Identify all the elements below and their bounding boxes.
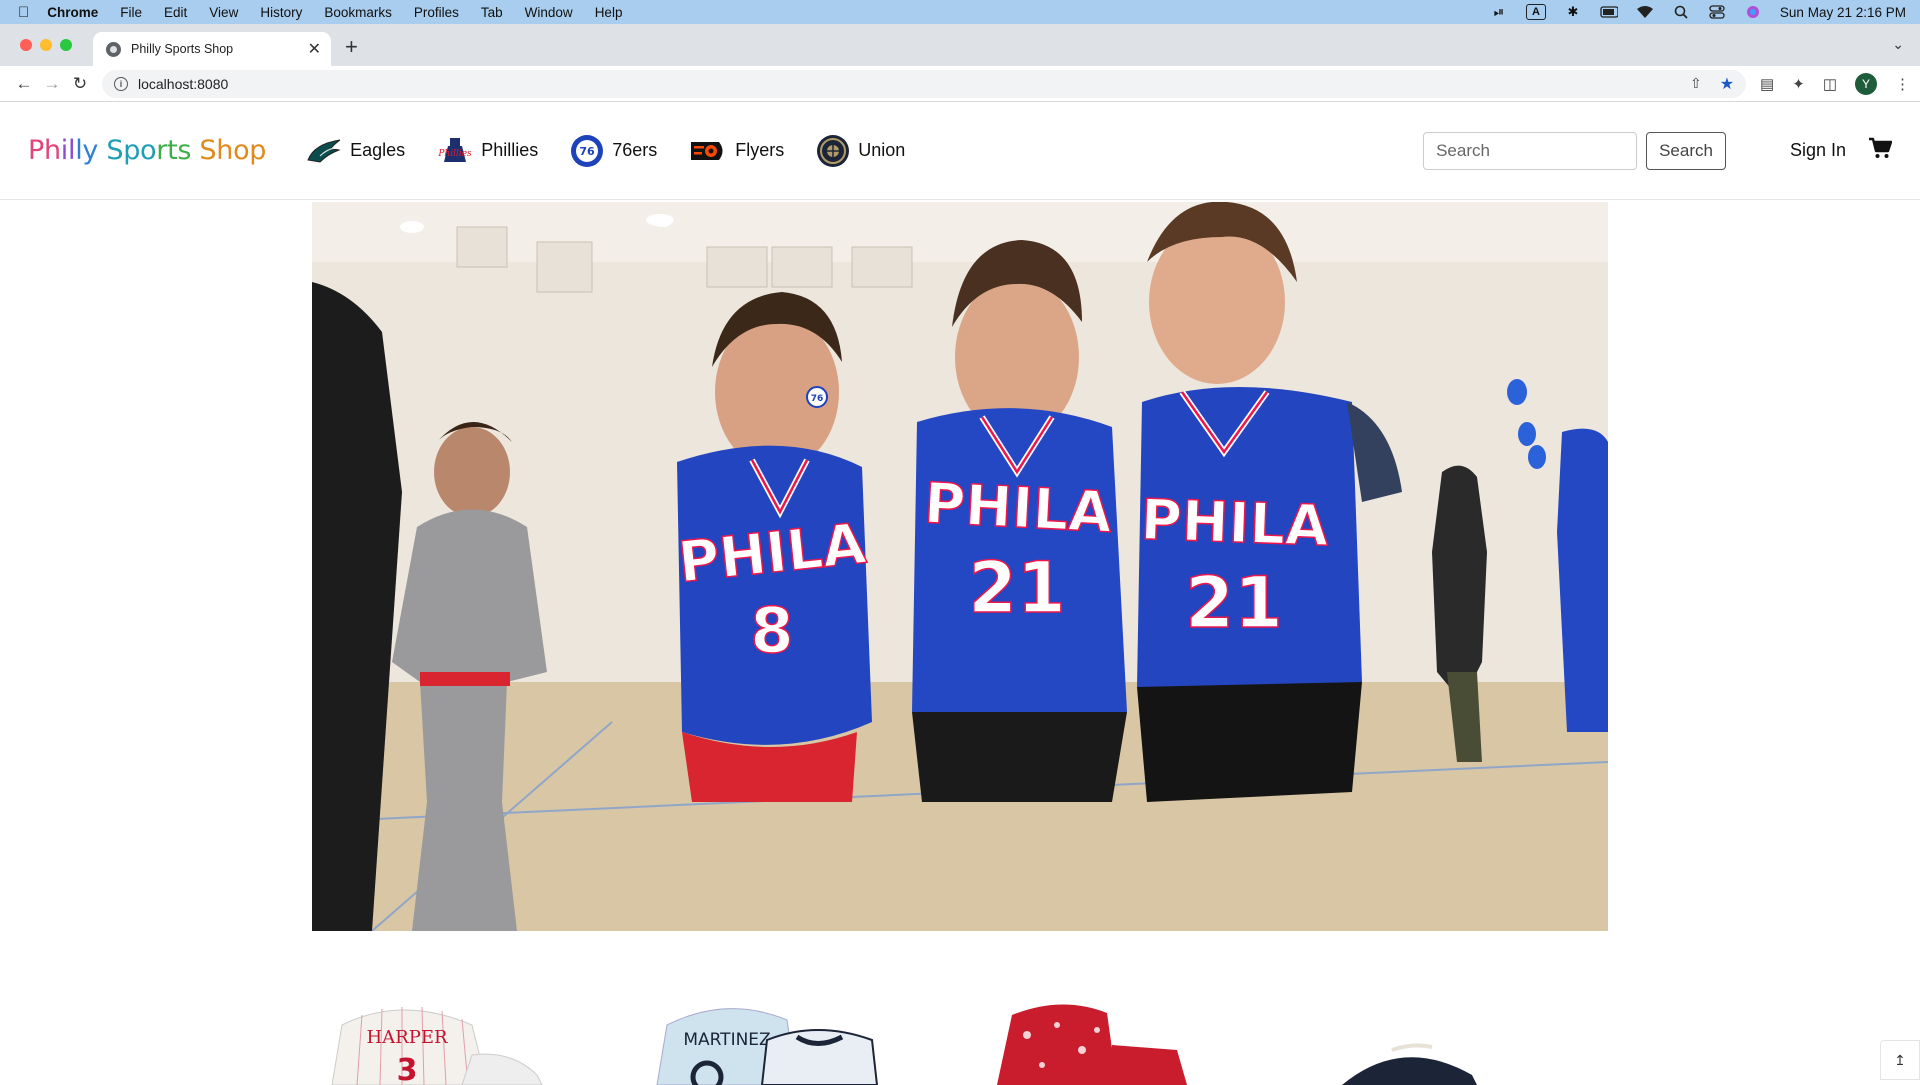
cart-icon[interactable] (1868, 137, 1893, 164)
product-row: HARPER 3 MARTINEZ (312, 995, 1608, 1085)
site-info-icon[interactable]: i (114, 76, 128, 91)
brand-part: rts (156, 135, 200, 166)
brand-part: ly (75, 135, 107, 166)
product-card[interactable] (987, 995, 1247, 1085)
product-jersey-name: MARTINEZ (683, 1030, 770, 1050)
close-window-button[interactable] (20, 39, 32, 51)
eagles-logo-icon (307, 139, 341, 163)
menu-window[interactable]: Window (525, 5, 573, 20)
nav-union-label: Union (858, 140, 906, 160)
phillies-jersey-thumbnail: HARPER 3 (331, 1006, 543, 1085)
flyers-logo-icon (691, 141, 723, 160)
menu-history[interactable]: History (260, 5, 302, 20)
brand-logo-link[interactable]: Philly Sports Shop (28, 135, 266, 166)
forward-arrow-icon[interactable]: → (38, 74, 66, 94)
nav-phillies[interactable]: Phillies Phillies (437, 136, 538, 166)
cheek-logo-text: 76 (811, 394, 824, 404)
jersey-number: 8 (750, 594, 793, 667)
product-card[interactable]: HARPER 3 (312, 995, 572, 1085)
phillies-logo-icon: Phillies (438, 137, 473, 162)
menu-edit[interactable]: Edit (164, 5, 187, 20)
search-button[interactable]: Search (1646, 131, 1726, 170)
product-jersey-name: HARPER (366, 1027, 448, 1048)
nav-union[interactable]: Union (816, 134, 905, 168)
menu-help[interactable]: Help (595, 5, 623, 20)
brand-part: Shop (199, 135, 267, 166)
svg-text:76: 76 (580, 145, 596, 158)
bluetooth-icon[interactable]: ✱ (1564, 4, 1582, 19)
nav-eagles-label: Eagles (350, 140, 406, 160)
union-logo-icon (817, 134, 850, 167)
nav-flyers[interactable]: Flyers (689, 138, 784, 164)
back-arrow-icon[interactable]: ← (10, 74, 38, 94)
jersey-text: PHILA (1140, 488, 1331, 560)
url-text[interactable]: localhost:8080 (138, 76, 228, 92)
nav-eagles[interactable]: Eagles (306, 138, 405, 164)
browser-tab-strip: Philly Sports Shop ✕ + ⌄ (0, 24, 1920, 66)
svg-text:Phillies: Phillies (438, 149, 473, 159)
macos-menu-bar:  Chrome File Edit View History Bookmark… (0, 0, 1920, 24)
menu-clock[interactable]: Sun May 21 2:16 PM (1780, 5, 1906, 20)
site-navbar: Philly Sports Shop Eagles Phillies Phill… (0, 102, 1920, 200)
hero-banner-image: PHILA 8 PHILA 21 PHILA 21 76 (312, 202, 1608, 931)
siri-icon[interactable] (1744, 5, 1762, 19)
battery-icon[interactable] (1600, 5, 1618, 19)
menu-app-name[interactable]: Chrome (47, 5, 98, 20)
nav-76ers[interactable]: 76 76ers (570, 134, 657, 168)
hawaiian-shirt-thumbnail (997, 1004, 1187, 1085)
profile-avatar[interactable]: Y (1855, 72, 1877, 95)
product-card[interactable] (1322, 995, 1522, 1085)
product-card[interactable]: MARTINEZ (647, 995, 917, 1085)
globe-favicon-icon (106, 41, 121, 57)
sixers-logo-icon: 76 (571, 134, 604, 167)
close-tab-icon[interactable]: ✕ (308, 39, 321, 59)
scroll-to-top-icon[interactable]: ↥ (1880, 1040, 1920, 1080)
hero-photo-illustration: PHILA 8 PHILA 21 PHILA 21 76 (312, 202, 1608, 931)
menu-file[interactable]: File (120, 5, 142, 20)
wifi-icon[interactable] (1636, 5, 1654, 19)
tab-title: Philly Sports Shop (131, 42, 234, 56)
nav-76ers-label: 76ers (612, 140, 658, 160)
side-panel-icon[interactable]: ◫ (1823, 75, 1837, 93)
svg-text:3: 3 (397, 1053, 418, 1085)
menu-tab[interactable]: Tab (481, 5, 503, 20)
tab-search-chevron-icon[interactable]: ⌄ (1892, 36, 1904, 53)
menu-profiles[interactable]: Profiles (414, 5, 459, 20)
menu-bookmarks[interactable]: Bookmarks (324, 5, 392, 20)
spotlight-search-icon[interactable] (1672, 5, 1690, 19)
new-tab-plus-icon[interactable]: + (345, 34, 358, 60)
cap-thumbnail (1342, 1043, 1477, 1085)
brand-part: Spo (106, 135, 157, 166)
minimize-window-button[interactable] (40, 39, 52, 51)
window-controls (20, 39, 72, 51)
zoom-window-button[interactable] (60, 39, 72, 51)
share-icon[interactable]: ⇧ (1690, 75, 1702, 92)
union-jersey-thumbnail: MARTINEZ (656, 1008, 879, 1085)
jersey-number: 21 (1185, 562, 1282, 644)
extension-doc-icon[interactable]: ▤ (1760, 75, 1774, 93)
nav-phillies-label: Phillies (481, 140, 539, 160)
reload-icon[interactable]: ↻ (66, 74, 94, 94)
jersey-text: PHILA (923, 471, 1115, 546)
extensions-puzzle-icon[interactable]: ✦ (1792, 75, 1805, 93)
brand-part: il (60, 135, 76, 166)
sign-in-link[interactable]: Sign In (1790, 140, 1846, 161)
brand-part: Ph (28, 135, 61, 166)
browser-toolbar: ← → ↻ i localhost:8080 ⇧ ★ ▤ ✦ ◫ Y ⋮ (0, 66, 1920, 102)
address-bar[interactable]: i localhost:8080 ⇧ ★ (102, 69, 1747, 98)
control-center-icon[interactable] (1708, 5, 1726, 19)
chrome-menu-kebab-icon[interactable]: ⋮ (1895, 75, 1910, 93)
bookmark-star-icon[interactable]: ★ (1720, 74, 1734, 94)
jersey-number: 21 (968, 547, 1065, 629)
search-input[interactable] (1423, 131, 1638, 170)
menu-view[interactable]: View (209, 5, 238, 20)
input-source-icon[interactable]: A (1525, 4, 1546, 20)
play-icon[interactable]: ⏯ (1490, 4, 1508, 19)
apple-icon[interactable]:  (18, 4, 29, 21)
nav-flyers-label: Flyers (735, 140, 785, 160)
browser-tab-active[interactable]: Philly Sports Shop ✕ (93, 32, 331, 66)
